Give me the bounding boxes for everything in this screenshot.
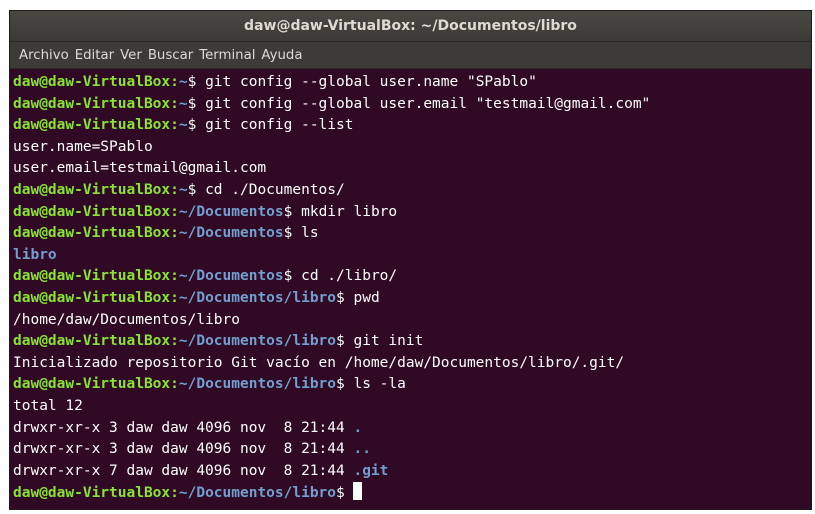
listing-details: drwxr-xr-x 3 daw daw 4096 nov 8 21:44: [13, 419, 354, 436]
terminal-output-line: total 12: [13, 396, 811, 418]
terminal-output-line: user.name=SPablo: [13, 137, 811, 159]
terminal-output[interactable]: daw@daw-VirtualBox:~$ git config --globa…: [10, 69, 811, 504]
command-text: git config --global user.email "testmail…: [196, 95, 651, 112]
terminal-window: daw@daw-VirtualBox: ~/Documentos/libro A…: [9, 10, 812, 510]
terminal-prompt-line: daw@daw-VirtualBox:~/Documentos/libro$: [13, 482, 811, 504]
command-text: ls: [292, 225, 319, 242]
prompt-user: daw@daw-VirtualBox: [13, 225, 171, 242]
listing-details: drwxr-xr-x 3 daw daw 4096 nov 8 21:44: [13, 441, 354, 458]
prompt-user: daw@daw-VirtualBox: [13, 333, 171, 350]
prompt-path: ~/Documentos/libro: [178, 333, 337, 350]
command-text: ls -la: [344, 376, 406, 393]
command-text: git init: [344, 333, 424, 350]
terminal-prompt-line: daw@daw-VirtualBox:~/Documentos/libro$ g…: [13, 333, 424, 350]
terminal-output-line: drwxr-xr-x 7 daw daw 4096 nov 8 21:44 .g…: [13, 461, 811, 483]
prompt-user: daw@daw-VirtualBox: [13, 485, 171, 502]
menu-buscar[interactable]: Buscar: [148, 48, 193, 63]
prompt-user: daw@daw-VirtualBox: [13, 289, 171, 306]
prompt-user: daw@daw-VirtualBox: [13, 181, 171, 198]
terminal-output-line: user.email=testmail@gmail.com: [13, 158, 811, 180]
terminal-output-line: drwxr-xr-x 3 daw daw 4096 nov 8 21:44 ..: [13, 439, 811, 461]
terminal-output-line: /home/daw/Documentos/libro: [13, 310, 811, 332]
menu-terminal[interactable]: Terminal: [199, 48, 255, 63]
prompt-user: daw@daw-VirtualBox: [13, 203, 171, 220]
terminal-prompt-line: daw@daw-VirtualBox:~/Documentos$ ls: [13, 225, 319, 242]
command-text: cd ./libro/: [292, 268, 398, 285]
output-text: total 12: [13, 397, 83, 414]
prompt-path: ~/Documentos: [178, 203, 284, 220]
output-text: /home/daw/Documentos/libro: [13, 311, 240, 328]
prompt-path: ~/Documentos: [178, 225, 284, 242]
menu-editar[interactable]: Editar: [75, 48, 114, 63]
menu-ayuda[interactable]: Ayuda: [261, 48, 302, 63]
prompt-path: ~: [178, 95, 188, 112]
terminal-output-line: drwxr-xr-x 3 daw daw 4096 nov 8 21:44 .: [13, 418, 811, 440]
menu-ver[interactable]: Ver: [120, 48, 142, 63]
prompt-user: daw@daw-VirtualBox: [13, 268, 171, 285]
terminal-prompt-line: daw@daw-VirtualBox:~$ cd ./Documentos/: [13, 181, 345, 198]
terminal-prompt-line: daw@daw-VirtualBox:~/Documentos/libro$ p…: [13, 289, 380, 306]
prompt-user: daw@daw-VirtualBox: [13, 117, 171, 134]
listing-entry-name: ..: [353, 441, 371, 458]
terminal-prompt-line: daw@daw-VirtualBox:~$ git config --list: [13, 117, 354, 134]
text-cursor: [353, 482, 363, 501]
output-text: user.email=testmail@gmail.com: [13, 160, 267, 177]
prompt-path: ~/Documentos/libro: [178, 289, 337, 306]
menu-bar: Archivo Editar Ver Buscar Terminal Ayuda: [10, 42, 811, 69]
prompt-user: daw@daw-VirtualBox: [13, 95, 171, 112]
output-text: Inicializado repositorio Git vacío en /h…: [13, 354, 625, 371]
menu-archivo[interactable]: Archivo: [19, 48, 69, 63]
prompt-path: ~/Documentos: [178, 268, 284, 285]
terminal-prompt-line: daw@daw-VirtualBox:~$ git config --globa…: [13, 74, 537, 90]
command-text: pwd: [344, 289, 380, 306]
terminal-output-line: libro: [13, 245, 811, 267]
prompt-path: ~: [178, 74, 188, 90]
listing-entry-name: .git: [353, 462, 389, 479]
prompt-path: ~/Documentos/libro: [178, 376, 337, 393]
terminal-prompt-line: daw@daw-VirtualBox:~/Documentos$ cd ./li…: [13, 268, 398, 285]
window-title: daw@daw-VirtualBox: ~/Documentos/libro: [244, 18, 577, 34]
prompt-path: ~/Documentos/libro: [178, 485, 337, 502]
command-text: cd ./Documentos/: [196, 181, 345, 198]
output-text: user.name=SPablo: [13, 138, 153, 155]
command-text: mkdir libro: [292, 203, 398, 220]
terminal-output-line: Inicializado repositorio Git vacío en /h…: [13, 353, 811, 375]
command-text: git config --global user.name "SPablo": [196, 74, 537, 90]
prompt-user: daw@daw-VirtualBox: [13, 74, 171, 90]
terminal-prompt-line: daw@daw-VirtualBox:~/Documentos/libro$ l…: [13, 376, 406, 393]
prompt-path: ~: [178, 181, 188, 198]
command-text: git config --list: [196, 117, 354, 134]
directory-name: libro: [13, 246, 57, 263]
prompt-path: ~: [178, 117, 188, 134]
window-titlebar[interactable]: daw@daw-VirtualBox: ~/Documentos/libro: [10, 11, 811, 42]
terminal-prompt-line: daw@daw-VirtualBox:~/Documentos$ mkdir l…: [13, 203, 398, 220]
listing-entry-name: .: [353, 419, 363, 436]
listing-details: drwxr-xr-x 7 daw daw 4096 nov 8 21:44: [13, 462, 354, 479]
terminal-prompt-line: daw@daw-VirtualBox:~$ git config --globa…: [13, 95, 651, 112]
command-text: [345, 485, 354, 501]
prompt-user: daw@daw-VirtualBox: [13, 376, 171, 393]
